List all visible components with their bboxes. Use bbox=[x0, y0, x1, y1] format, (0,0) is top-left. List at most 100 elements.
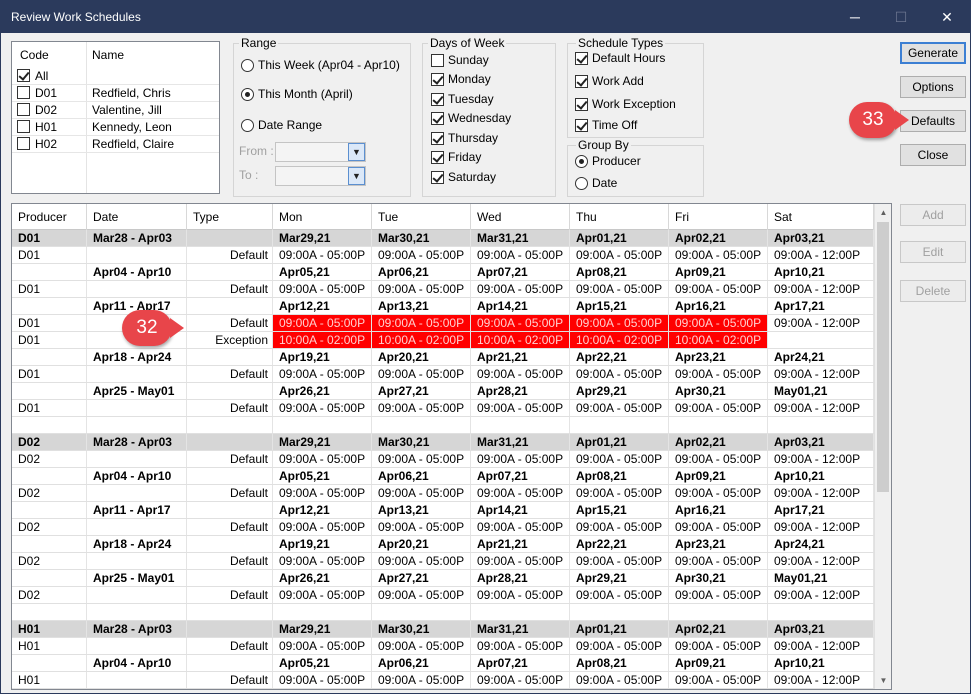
day-checkbox-monday[interactable]: Monday bbox=[431, 71, 491, 87]
cell-thu bbox=[570, 604, 669, 620]
week-row[interactable]: Apr04 - Apr10 Apr05,21 Apr06,21 Apr07,21 Apr… bbox=[12, 468, 874, 485]
cell-sat: Apr03,21 bbox=[768, 434, 874, 450]
schedule-row[interactable]: D02 Default 09:00A - 05:00P 09:00A - 05:00P… bbox=[12, 587, 874, 604]
cell-wed: 10:00A - 02:00P bbox=[471, 332, 570, 348]
cell-sat: 09:00A - 12:00P bbox=[768, 366, 874, 382]
column-header-sat[interactable]: Sat bbox=[768, 204, 874, 230]
range-date-range-radio[interactable]: Date Range bbox=[241, 117, 322, 133]
schedule-row[interactable]: D02 Default 09:00A - 05:00P 09:00A - 05:00P… bbox=[12, 485, 874, 502]
range-this-month-radio[interactable]: This Month (April) bbox=[241, 86, 353, 102]
generate-button[interactable]: Generate bbox=[900, 42, 966, 64]
close-window-icon[interactable]: ✕ bbox=[924, 1, 970, 33]
checkbox-checked-icon[interactable] bbox=[17, 69, 30, 82]
schedule-types-title: Schedule Types bbox=[576, 36, 666, 50]
schedule-row[interactable]: H01 Default 09:00A - 05:00P 09:00A - 05:00P… bbox=[12, 672, 874, 689]
day-checkbox-saturday[interactable]: Saturday bbox=[431, 169, 496, 185]
checkbox-icon[interactable] bbox=[17, 137, 30, 150]
group-header-row[interactable]: D01 Mar28 - Apr03 Mar29,21 Mar30,21 Mar31,21… bbox=[12, 230, 874, 247]
group-by-producer-radio[interactable]: Producer bbox=[575, 153, 641, 169]
schedule-row[interactable]: D02 Default 09:00A - 05:00P 09:00A - 05:00P… bbox=[12, 451, 874, 468]
producer-code-list[interactable]: Code Name All D01 Redfield, Chris D02 Valent… bbox=[11, 41, 220, 194]
cell-mon: 09:00A - 05:00P bbox=[273, 485, 372, 501]
checkbox-icon[interactable] bbox=[17, 86, 30, 99]
cell-thu: 09:00A - 05:00P bbox=[570, 672, 669, 688]
chevron-down-icon[interactable]: ▼ bbox=[348, 143, 365, 161]
to-label: To : bbox=[239, 168, 259, 182]
cell-wed: 09:00A - 05:00P bbox=[471, 553, 570, 569]
cell-producer: D01 bbox=[12, 281, 87, 297]
schedule-row[interactable]: D02 Default 09:00A - 05:00P 09:00A - 05:00P… bbox=[12, 553, 874, 570]
options-button[interactable]: Options bbox=[900, 76, 966, 98]
cell-fri: 09:00A - 05:00P bbox=[669, 247, 768, 263]
defaults-button[interactable]: Defaults bbox=[900, 110, 966, 132]
schedule-type-checkbox-default-hours[interactable]: Default Hours bbox=[575, 50, 665, 66]
column-header-fri[interactable]: Fri bbox=[669, 204, 768, 230]
group-by-date-radio[interactable]: Date bbox=[575, 175, 617, 191]
schedule-type-checkbox-time-off[interactable]: Time Off bbox=[575, 117, 637, 133]
week-row[interactable]: Apr25 - May01 Apr26,21 Apr27,21 Apr28,21 Apr… bbox=[12, 383, 874, 400]
code-list-item[interactable]: All bbox=[12, 68, 219, 85]
range-this-week-radio[interactable]: This Week (Apr04 - Apr10) bbox=[241, 57, 400, 73]
chevron-down-icon[interactable]: ▼ bbox=[348, 167, 365, 185]
close-button[interactable]: Close bbox=[900, 144, 966, 166]
column-header-tue[interactable]: Tue bbox=[372, 204, 471, 230]
column-header-type[interactable]: Type bbox=[187, 204, 273, 230]
schedule-row[interactable]: D01 Default 09:00A - 05:00P 09:00A - 05:00P… bbox=[12, 281, 874, 298]
day-checkbox-sunday[interactable]: Sunday bbox=[431, 52, 489, 68]
schedule-row[interactable]: D01 Default 09:00A - 05:00P 09:00A - 05:00P… bbox=[12, 247, 874, 264]
week-row[interactable]: Apr11 - Apr17 Apr12,21 Apr13,21 Apr14,21 Apr… bbox=[12, 502, 874, 519]
cell-producer: H01 bbox=[12, 621, 87, 637]
week-row[interactable]: Apr18 - Apr24 Apr19,21 Apr20,21 Apr21,21 Apr… bbox=[12, 349, 874, 366]
day-checkbox-tuesday[interactable]: Tuesday bbox=[431, 91, 494, 107]
column-header-thu[interactable]: Thu bbox=[570, 204, 669, 230]
schedule-type-checkbox-work-exception[interactable]: Work Exception bbox=[575, 96, 676, 112]
to-date-dropdown[interactable]: ▼ bbox=[275, 166, 366, 186]
column-header-mon[interactable]: Mon bbox=[273, 204, 372, 230]
radio-label: Date bbox=[592, 176, 618, 190]
cell-producer: H01 bbox=[12, 638, 87, 654]
schedule-grid[interactable]: Producer Date Type Mon Tue Wed Thu Fri Sat D01 Ma… bbox=[11, 203, 892, 690]
cell-type bbox=[187, 655, 273, 671]
column-header-wed[interactable]: Wed bbox=[471, 204, 570, 230]
day-checkbox-thursday[interactable]: Thursday bbox=[431, 130, 498, 146]
vertical-scrollbar[interactable]: ▲ ▼ bbox=[874, 204, 891, 689]
scrollbar-thumb[interactable] bbox=[877, 222, 889, 492]
name-cell: Redfield, Claire bbox=[92, 137, 175, 151]
day-checkbox-wednesday[interactable]: Wednesday bbox=[431, 110, 511, 126]
cell-thu: Apr08,21 bbox=[570, 468, 669, 484]
column-header-date[interactable]: Date bbox=[87, 204, 187, 230]
scroll-down-icon[interactable]: ▼ bbox=[875, 672, 891, 689]
schedule-row[interactable]: D02 Default 09:00A - 05:00P 09:00A - 05:00P… bbox=[12, 519, 874, 536]
cell-date: Mar28 - Apr03 bbox=[87, 621, 187, 637]
schedule-row[interactable]: D01 Default 09:00A - 05:00P 09:00A - 05:00P… bbox=[12, 400, 874, 417]
week-row[interactable]: Apr18 - Apr24 Apr19,21 Apr20,21 Apr21,21 Apr… bbox=[12, 536, 874, 553]
scroll-up-icon[interactable]: ▲ bbox=[875, 204, 891, 221]
cell-tue: Apr20,21 bbox=[372, 536, 471, 552]
week-row[interactable]: Apr04 - Apr10 Apr05,21 Apr06,21 Apr07,21 Apr… bbox=[12, 655, 874, 672]
cell-mon: 09:00A - 05:00P bbox=[273, 672, 372, 688]
code-list-item[interactable]: D02 Valentine, Jill bbox=[12, 102, 219, 119]
column-header-producer[interactable]: Producer bbox=[12, 204, 87, 230]
code-list-item[interactable]: D01 Redfield, Chris bbox=[12, 85, 219, 102]
cell-fri: 09:00A - 05:00P bbox=[669, 587, 768, 603]
cell-type bbox=[187, 621, 273, 637]
group-header-row[interactable]: D02 Mar28 - Apr03 Mar29,21 Mar30,21 Mar31,21… bbox=[12, 434, 874, 451]
schedule-row[interactable]: H01 Default 09:00A - 05:00P 09:00A - 05:00P… bbox=[12, 638, 874, 655]
checkbox-icon[interactable] bbox=[17, 120, 30, 133]
from-date-dropdown[interactable]: ▼ bbox=[275, 142, 366, 162]
schedule-row[interactable]: D01 Default 09:00A - 05:00P 09:00A - 05:00P… bbox=[12, 366, 874, 383]
minimize-icon[interactable]: ─ bbox=[832, 1, 878, 33]
group-header-row[interactable]: H01 Mar28 - Apr03 Mar29,21 Mar30,21 Mar31,21… bbox=[12, 621, 874, 638]
week-row[interactable]: Apr25 - May01 Apr26,21 Apr27,21 Apr28,21 Apr… bbox=[12, 570, 874, 587]
schedule-type-checkbox-work-add[interactable]: Work Add bbox=[575, 73, 644, 89]
cell-thu: 09:00A - 05:00P bbox=[570, 400, 669, 416]
day-checkbox-friday[interactable]: Friday bbox=[431, 149, 481, 165]
code-list-item[interactable]: H01 Kennedy, Leon bbox=[12, 119, 219, 136]
week-row[interactable]: Apr04 - Apr10 Apr05,21 Apr06,21 Apr07,21 Apr… bbox=[12, 264, 874, 281]
callout-pointer bbox=[895, 110, 909, 130]
code-list-item[interactable]: H02 Redfield, Claire bbox=[12, 136, 219, 153]
add-button: Add bbox=[900, 204, 966, 226]
name-cell: Valentine, Jill bbox=[92, 103, 162, 117]
cell-tue: Apr06,21 bbox=[372, 468, 471, 484]
checkbox-icon[interactable] bbox=[17, 103, 30, 116]
